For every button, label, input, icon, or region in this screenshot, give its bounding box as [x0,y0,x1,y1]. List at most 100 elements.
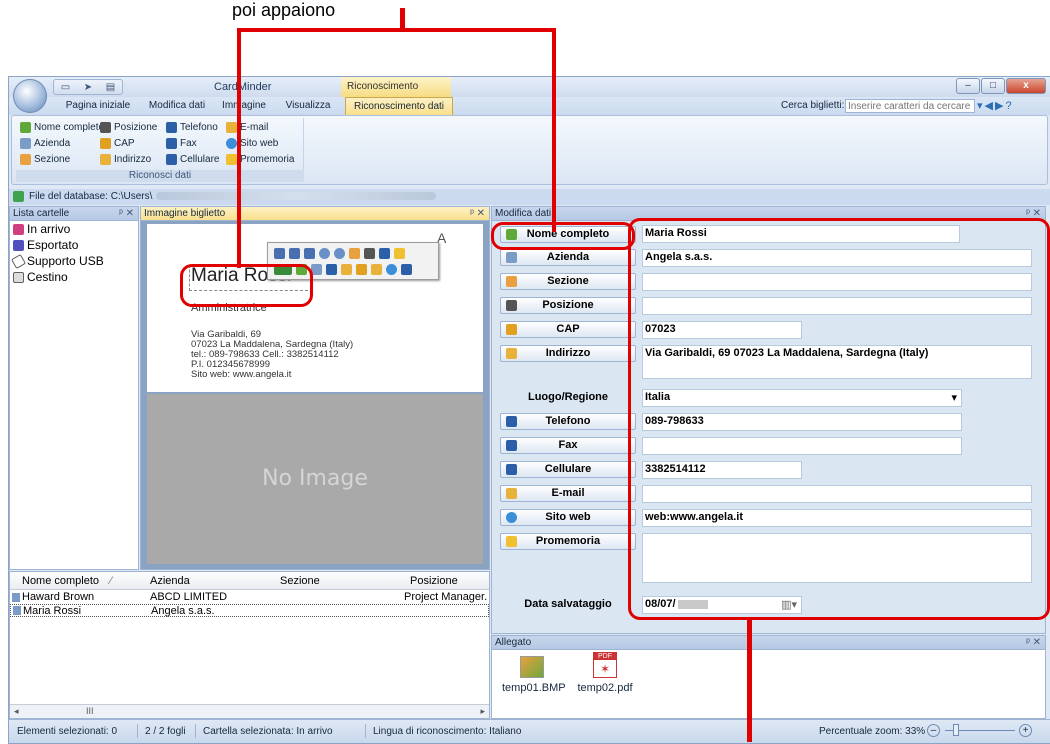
column-header-nome[interactable]: Nome completo [22,575,99,587]
folder-item-supporto-usb[interactable]: Supporto USB [10,253,138,269]
attachment-pdf[interactable]: PDF ✶ temp02.pdf [570,652,640,694]
exported-folder-icon [13,239,24,251]
memo-icon[interactable] [394,248,405,259]
close-button[interactable]: x [1006,78,1046,94]
annotation-connector [237,28,241,268]
new-card-icon[interactable]: ▭ [61,82,70,93]
zoom-in-button[interactable]: + [1019,724,1032,737]
field-button-sito-web[interactable]: Sito web [500,509,636,526]
table-row[interactable]: Haward Brown ABCD LIMITED Project Manage… [10,591,489,604]
card-icon [12,593,20,602]
search-label: Cerca biglietti: [781,100,845,111]
tab-immagine[interactable]: Immagine [215,97,273,115]
table-row[interactable]: Maria Rossi Angela s.a.s. [10,604,489,617]
fax-icon[interactable] [401,264,412,275]
sort-indicator-icon: ⁄ [110,575,112,587]
folders-pane: Lista cartelle ᵖ ✕ In arrivo Esportato S… [9,206,139,570]
field-button-promemoria[interactable]: Promemoria [500,533,636,550]
folder-item-in-arrivo[interactable]: In arrivo [10,221,138,237]
search-back-icon[interactable]: ◀ [985,100,995,112]
tab-pagina-iniziale[interactable]: Pagina iniziale [59,97,137,115]
mobile-icon[interactable] [379,248,390,259]
folder-item-cestino[interactable]: Cestino [10,269,138,285]
fit-page-icon[interactable] [274,248,285,259]
pane-close-icon[interactable]: ᵖ ✕ [119,208,134,219]
search-input[interactable] [845,99,975,113]
zoom-out-icon[interactable] [334,248,345,259]
fit-height-icon[interactable] [289,248,300,259]
annotation-connector [237,28,556,32]
ribbon-email-button[interactable]: E-mail [226,122,268,133]
dropdown-arrow-icon[interactable]: ▾ [977,100,985,112]
column-header-azienda[interactable]: Azienda [150,575,190,587]
pane-close-icon[interactable]: ᵖ ✕ [1026,637,1041,648]
quick-access-toolbar[interactable]: ▭ ➤ ▤ [53,79,123,95]
inbox-folder-icon [13,223,24,235]
ribbon-posizione-button[interactable]: Posizione [100,122,157,133]
scanner-icon[interactable]: ▤ [106,82,115,93]
zoom-slider-thumb[interactable] [953,724,959,736]
scroll-right-icon[interactable]: ▸ [480,706,485,717]
column-header-sezione[interactable]: Sezione [280,575,320,587]
folders-pane-header: Lista cartelle ᵖ ✕ [10,207,138,221]
tab-visualizza[interactable]: Visualizza [275,97,341,115]
field-button-fax[interactable]: Fax [500,437,636,454]
column-header-posizione[interactable]: Posizione [410,575,458,587]
folder-item-esportato[interactable]: Esportato [10,237,138,253]
ribbon-nome-completo-button[interactable]: Nome completo [20,122,104,133]
section-icon [20,154,31,165]
section-icon[interactable] [349,248,360,259]
pointer-icon[interactable]: ➤ [84,82,92,93]
ribbon-sito-web-button[interactable]: Sito web [226,138,278,149]
field-button-cellulare[interactable]: Cellulare [500,461,636,478]
zip-icon[interactable] [356,264,367,275]
minimize-button[interactable]: – [956,78,980,94]
title-bar: ▭ ➤ ▤ CardMinder Riconoscimento – □ x [9,77,1050,97]
search-forward-icon[interactable]: ▶ [995,100,1005,112]
field-button-sezione[interactable]: Sezione [500,273,636,290]
window-title: CardMinder [214,81,272,93]
business-card-image[interactable]: A Maria Rossi Amministratrice Via Gariba… [147,224,483,392]
field-button-indirizzo[interactable]: Indirizzo [500,345,636,362]
ribbon-sezione-button[interactable]: Sezione [20,154,70,165]
email-icon [506,488,517,499]
tab-riconoscimento-dati[interactable]: Riconoscimento dati [345,97,453,115]
phone-icon[interactable] [326,264,337,275]
ribbon-cellulare-button[interactable]: Cellulare [166,154,219,165]
zoom-out-button[interactable]: – [927,724,940,737]
maximize-button[interactable]: □ [981,78,1005,94]
status-zoom: Percentuale zoom: 33% [819,726,926,737]
zoom-in-icon[interactable] [319,248,330,259]
attachments-pane: Allegato ᵖ ✕ temp01.BMP PDF ✶ temp02.pdf [491,635,1046,719]
tab-modifica-dati[interactable]: Modifica dati [141,97,213,115]
pane-close-icon[interactable]: ᵖ ✕ [470,208,485,219]
field-button-email[interactable]: E-mail [500,485,636,502]
phone-icon [166,122,177,133]
scroll-left-icon[interactable]: ◂ [14,706,19,717]
horizontal-scrollbar[interactable]: ◂ III ▸ [10,704,489,718]
ribbon-cap-button[interactable]: CAP [100,138,135,149]
no-image-placeholder: No Image [147,394,483,564]
ribbon-indirizzo-button[interactable]: Indirizzo [100,154,151,165]
field-button-azienda[interactable]: Azienda [500,249,636,266]
attachment-bmp[interactable]: temp01.BMP [502,656,566,694]
field-button-posizione[interactable]: Posizione [500,297,636,314]
address-icon[interactable] [371,264,382,275]
app-orb-button[interactable] [13,79,47,113]
trash-icon [13,271,24,283]
position-icon[interactable] [364,248,375,259]
web-icon[interactable] [386,264,397,275]
fit-width-icon[interactable] [304,248,315,259]
annotation-connector [552,28,556,232]
field-button-telefono[interactable]: Telefono [500,413,636,430]
email-icon[interactable] [341,264,352,275]
card-icon [13,606,21,615]
scroll-thumb[interactable]: III [86,706,94,716]
blurred-path [156,192,437,201]
ribbon-azienda-button[interactable]: Azienda [20,138,70,149]
ribbon-telefono-button[interactable]: Telefono [166,122,218,133]
ribbon-fax-button[interactable]: Fax [166,138,197,149]
field-button-cap[interactable]: CAP [500,321,636,338]
card-list-pane: Nome completo ⁄ Azienda Sezione Posizion… [9,571,490,719]
help-icon[interactable]: ? [1005,100,1013,112]
